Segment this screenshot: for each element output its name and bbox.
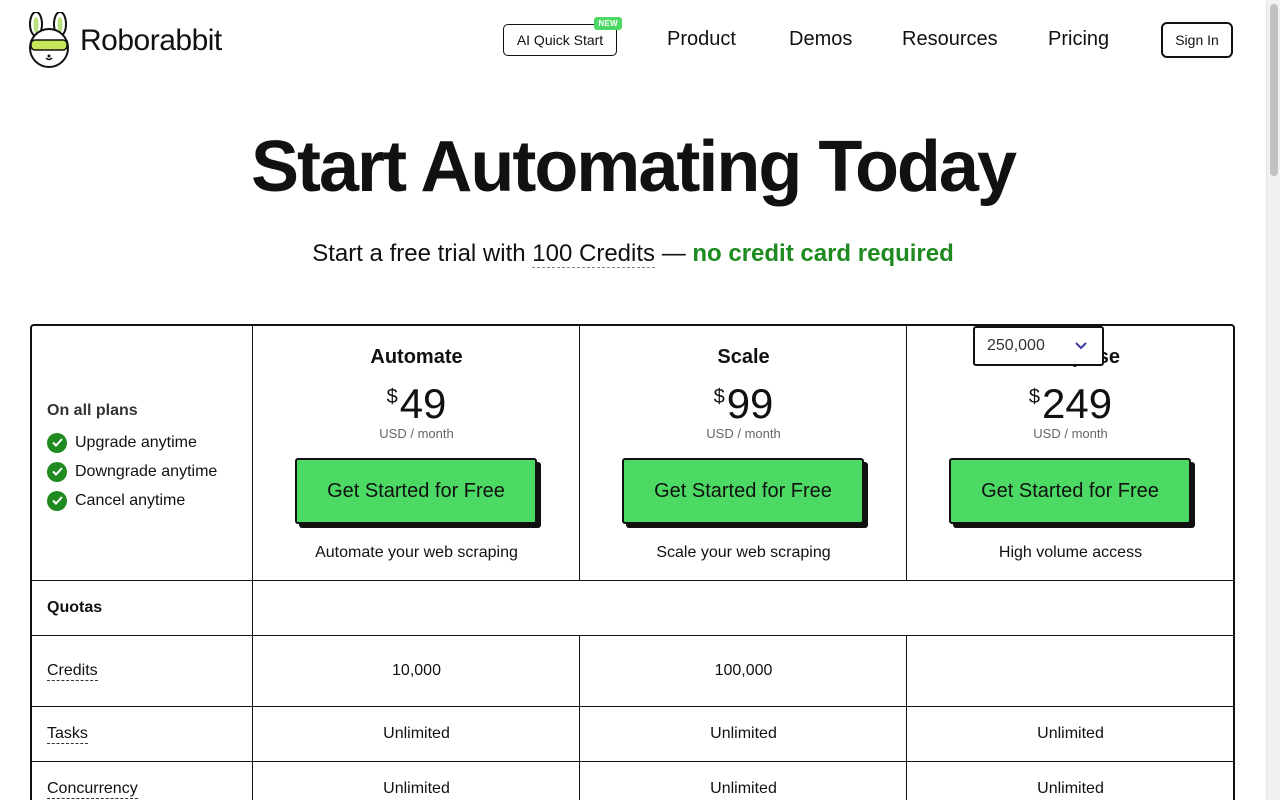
hero-sub-dash: —: [661, 240, 686, 267]
tasks-term: Tasks: [47, 725, 88, 744]
nav-link-pricing[interactable]: Pricing: [1048, 28, 1109, 51]
quotas-section-header: Quotas: [47, 599, 103, 616]
plan-description: Automate your web scraping: [315, 544, 518, 561]
plan-price: $49: [253, 380, 580, 428]
row-label-credits[interactable]: Credits: [47, 662, 98, 681]
rabbit-logo-icon: [29, 12, 69, 68]
price-amount: 49: [399, 380, 447, 427]
page-scrollbar[interactable]: [1266, 0, 1280, 800]
get-started-button-scale[interactable]: Get Started for Free: [622, 458, 864, 524]
enterprise-credits-select[interactable]: 250,000: [973, 326, 1104, 366]
plan-automate: Automate $49 USD / month Get Started for…: [253, 326, 580, 580]
ai-quick-start-button[interactable]: AI Quick Start NEW: [503, 17, 622, 56]
plan-price: $99: [580, 380, 907, 428]
brand-name: Roborabbit: [80, 24, 222, 57]
row-label-tasks[interactable]: Tasks: [47, 725, 88, 744]
free-credits-term[interactable]: 100 Credits: [532, 240, 656, 268]
currency-symbol: $: [1028, 386, 1041, 408]
nav-link-demos[interactable]: Demos: [789, 28, 852, 51]
concurrency-enterprise: Unlimited: [1037, 780, 1104, 797]
price-amount: 249: [1042, 380, 1113, 427]
check-circle-icon: [47, 461, 67, 482]
get-started-button-automate[interactable]: Get Started for Free: [295, 458, 537, 524]
sign-in-button[interactable]: Sign In: [1161, 22, 1233, 58]
plan-price: $249: [907, 380, 1234, 428]
plan-description: High volume access: [998, 544, 1143, 561]
credits-automate: 10,000: [392, 662, 441, 679]
credits-scale: 100,000: [714, 662, 773, 679]
page-title: Start Automating Today: [251, 127, 1017, 207]
feature-label: Downgrade anytime: [75, 462, 218, 480]
no-credit-card-text: no credit card required: [692, 240, 954, 267]
nav-link-resources[interactable]: Resources: [902, 28, 998, 51]
concurrency-scale: Unlimited: [710, 780, 777, 797]
price-unit: USD / month: [1033, 426, 1108, 441]
scrollbar-thumb[interactable]: [1270, 4, 1278, 176]
plan-name: Scale: [717, 346, 770, 368]
concurrency-term: Concurrency: [47, 780, 138, 799]
price-unit: USD / month: [706, 426, 781, 441]
pricing-table: On all plans Upgrade anytime Downgrade a…: [30, 324, 1235, 800]
tasks-scale: Unlimited: [710, 725, 777, 742]
credits-term: Credits: [47, 662, 98, 681]
price-unit: USD / month: [379, 426, 454, 441]
quotas-header-fill: [253, 581, 1233, 635]
all-plans-features: On all plans Upgrade anytime Downgrade a…: [47, 402, 217, 515]
top-nav: Roborabbit AI Quick Start NEW Product De…: [0, 0, 1266, 80]
chevron-down-icon: [1075, 342, 1087, 350]
check-circle-icon: [47, 490, 67, 511]
ai-quick-start-label: AI Quick Start: [516, 32, 604, 48]
row-divider: [32, 706, 1233, 707]
tasks-enterprise: Unlimited: [1037, 725, 1104, 742]
plan-description: Scale your web scraping: [656, 544, 831, 561]
all-plans-title: On all plans: [47, 402, 138, 419]
row-label-concurrency[interactable]: Concurrency: [47, 780, 138, 799]
currency-symbol: $: [713, 386, 725, 408]
currency-symbol: $: [386, 386, 398, 408]
nav-link-product[interactable]: Product: [667, 28, 736, 51]
feature-label: Cancel anytime: [75, 491, 186, 509]
row-divider: [32, 761, 1233, 762]
feature-item: Upgrade anytime: [47, 428, 217, 457]
feature-label: Upgrade anytime: [75, 433, 197, 451]
hero-sub-text: Start a free trial with: [312, 240, 526, 267]
price-amount: 99: [726, 380, 774, 427]
row-divider: [32, 635, 1233, 636]
feature-item: Cancel anytime: [47, 486, 217, 515]
plan-scale: Scale $99 USD / month Get Started for Fr…: [580, 326, 907, 580]
concurrency-automate: Unlimited: [383, 780, 450, 797]
plan-name: Automate: [370, 346, 463, 368]
get-started-button-enterprise[interactable]: Get Started for Free: [949, 458, 1191, 524]
enterprise-credits-value: 250,000: [987, 337, 1045, 354]
new-badge: NEW: [594, 17, 622, 30]
tasks-automate: Unlimited: [383, 725, 450, 742]
brand-logo[interactable]: Roborabbit: [24, 12, 222, 68]
check-circle-icon: [47, 432, 67, 453]
feature-item: Downgrade anytime: [47, 457, 217, 486]
hero-subtitle: Start a free trial with 100 Credits — no…: [0, 240, 1266, 268]
